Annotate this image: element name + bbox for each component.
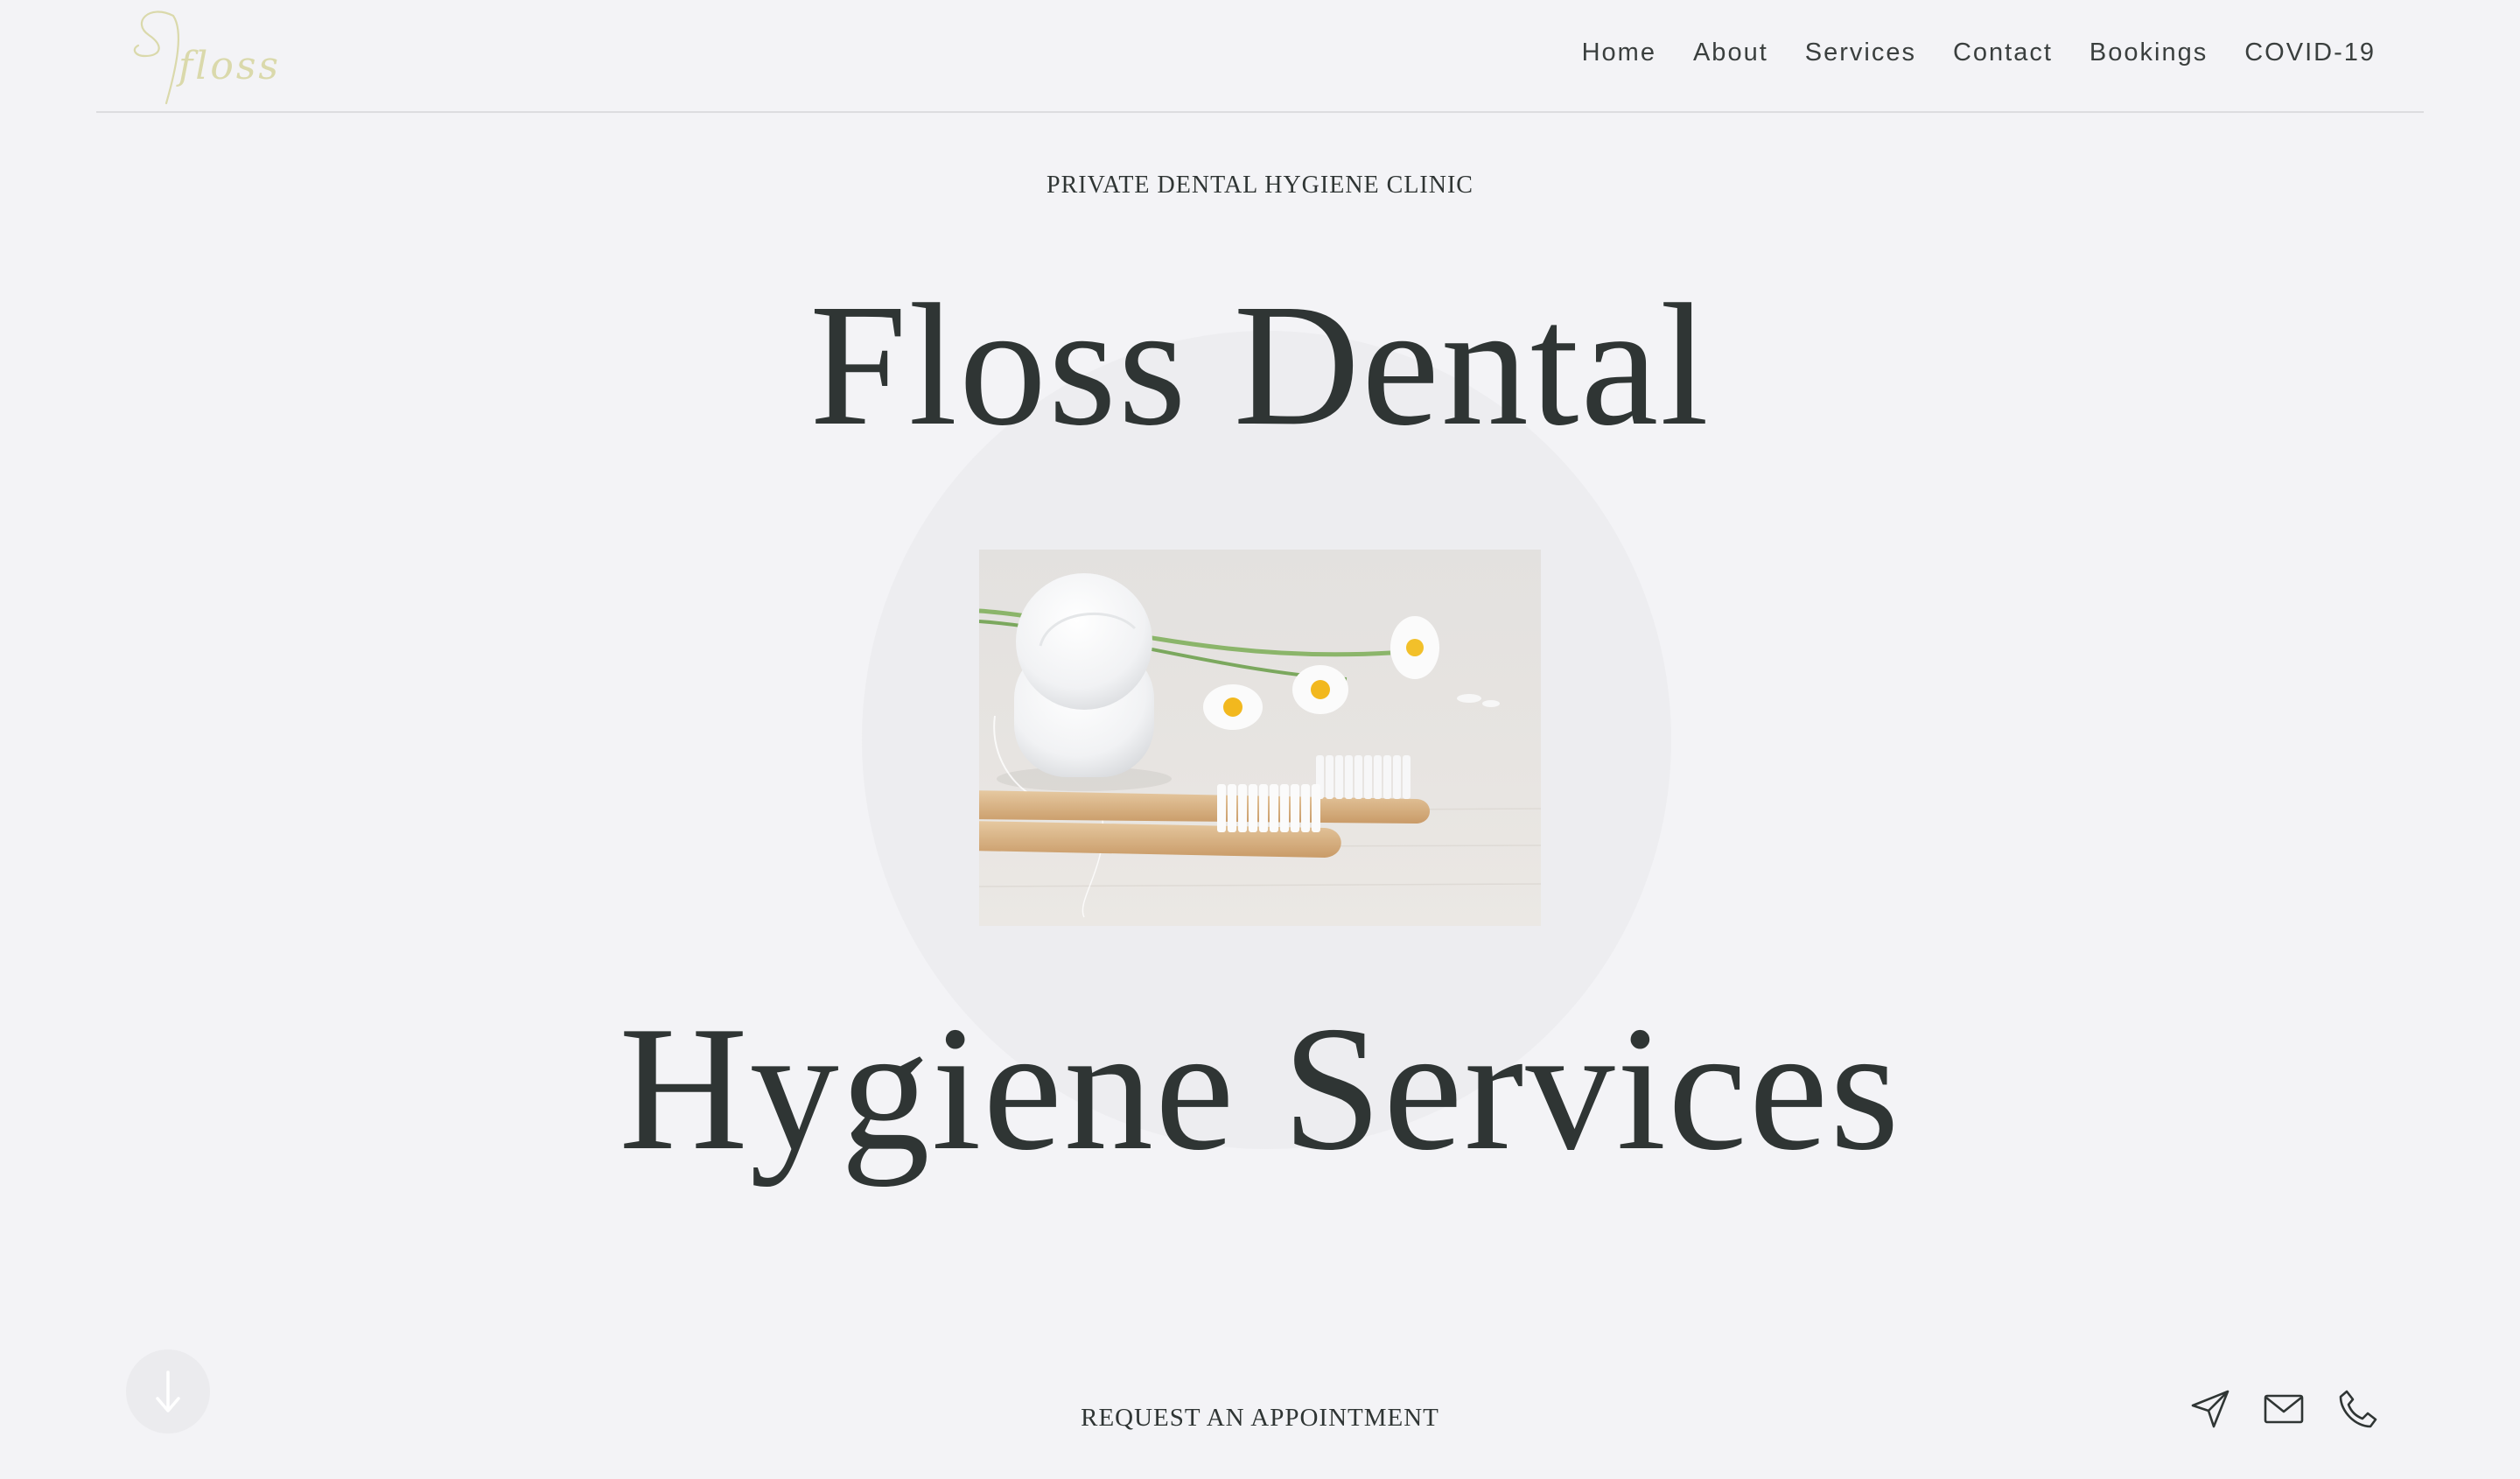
floss-toothbrush-photo xyxy=(979,550,1541,926)
nav-home[interactable]: Home xyxy=(1582,39,1656,67)
nav-services[interactable]: Services xyxy=(1805,39,1916,67)
logo-text: floss xyxy=(178,44,282,88)
scroll-down-button[interactable] xyxy=(126,1349,210,1433)
request-appointment-link[interactable]: REQUEST AN APPOINTMENT xyxy=(1081,1404,1439,1432)
hero-image xyxy=(979,550,1541,926)
floss-logo[interactable]: floss xyxy=(122,5,278,110)
contact-icons xyxy=(2189,1388,2378,1430)
nav-bookings[interactable]: Bookings xyxy=(2090,39,2208,67)
hero-title-line-2: Hygiene Services xyxy=(619,990,1901,1188)
nav-contact[interactable]: Contact xyxy=(1953,39,2053,67)
nav-covid-19[interactable]: COVID-19 xyxy=(2244,39,2376,67)
cta-wrapper: REQUEST AN APPOINTMENT xyxy=(0,1404,2520,1433)
phone-icon[interactable] xyxy=(2336,1388,2378,1430)
arrow-down-icon xyxy=(156,1370,180,1412)
nav-about[interactable]: About xyxy=(1693,39,1768,67)
main-nav: Home About Services Contact Bookings COV… xyxy=(1582,39,2376,67)
hero-title-line-1: Floss Dental xyxy=(809,269,1711,462)
send-icon[interactable] xyxy=(2189,1388,2231,1430)
mail-icon[interactable] xyxy=(2263,1388,2305,1430)
site-header: floss Home About Services Contact Bookin… xyxy=(96,0,2424,113)
hero-eyebrow: PRIVATE DENTAL HYGIENE CLINIC xyxy=(1046,172,1474,199)
